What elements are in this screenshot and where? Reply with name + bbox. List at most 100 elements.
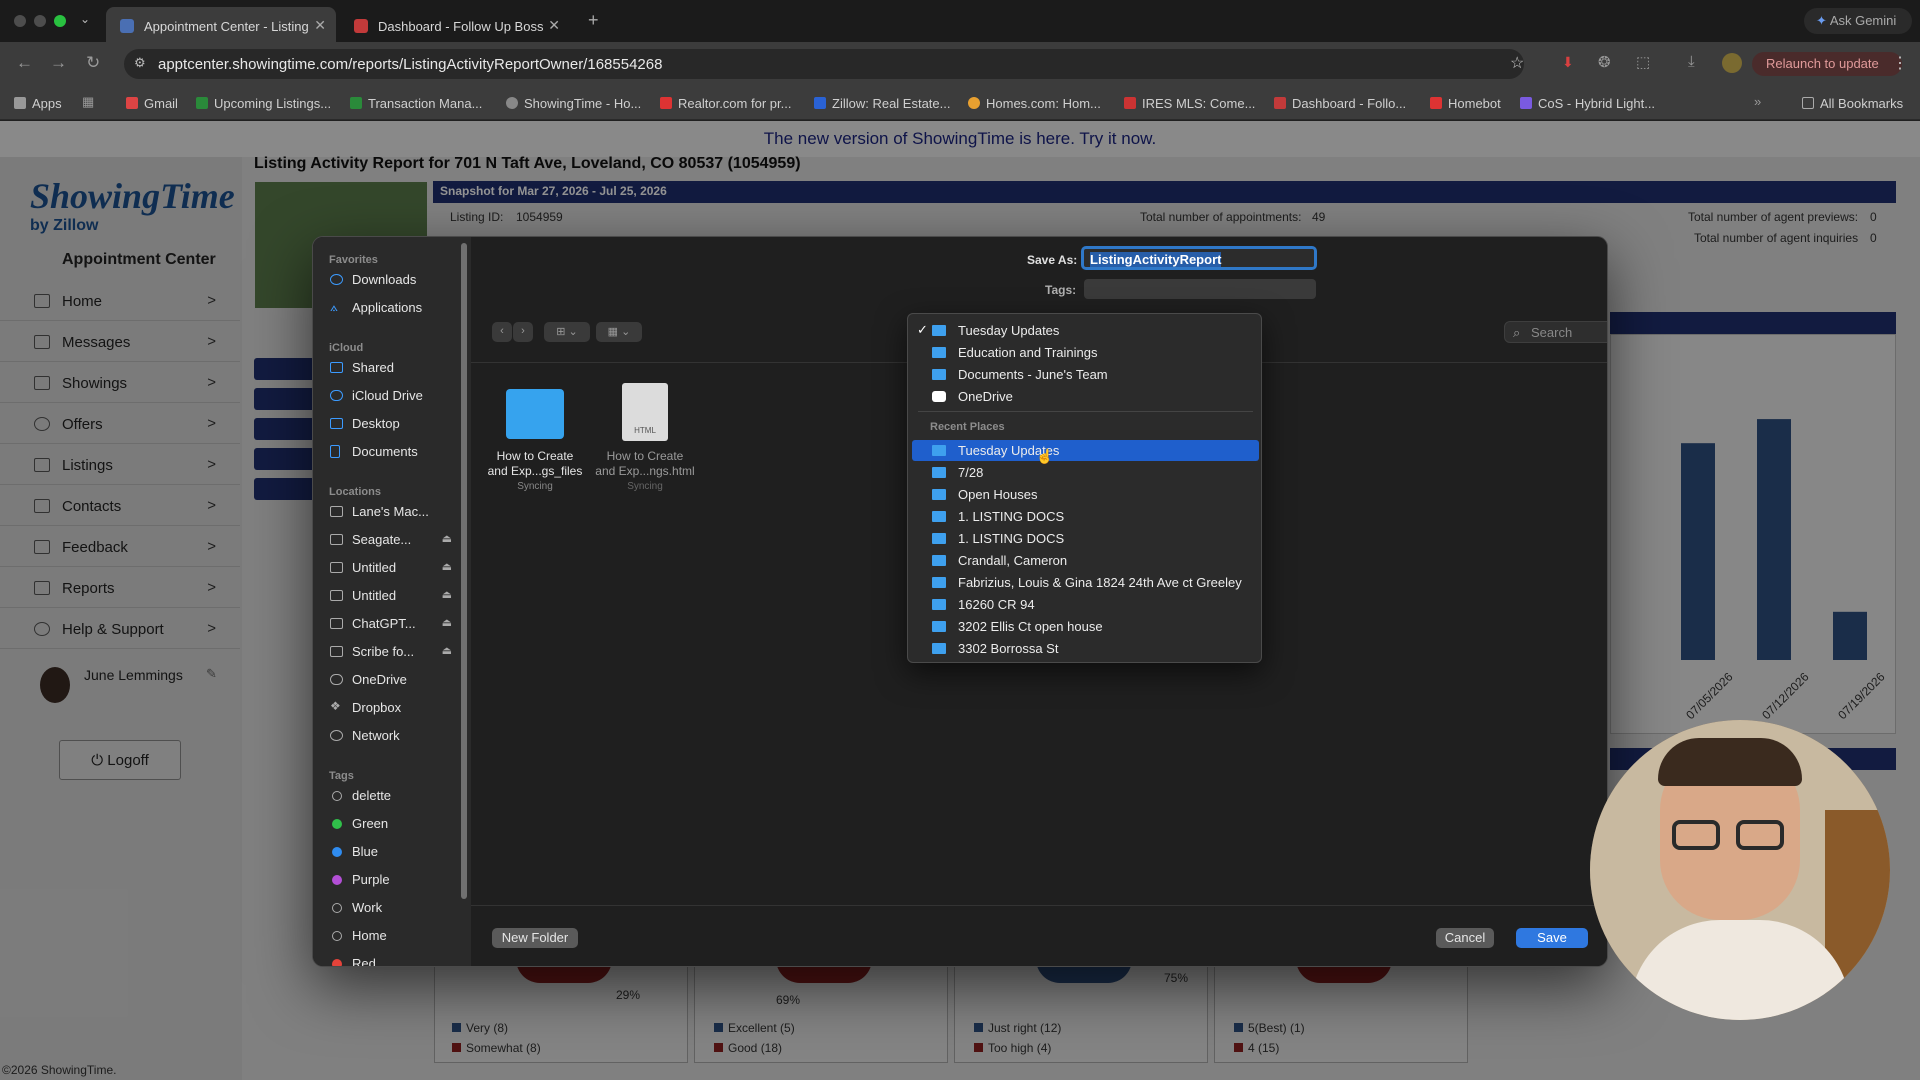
sidebar-item-scribe[interactable]: Scribe fo... ⏏ xyxy=(330,641,460,663)
search-input[interactable]: ⌕ Search xyxy=(1504,321,1607,343)
extension-download-icon[interactable]: ⬇ xyxy=(1562,54,1574,71)
menu-item-recent-7-28[interactable]: 7/28 xyxy=(912,462,1259,483)
menu-item-recent-16260-cr-94[interactable]: 16260 CR 94 xyxy=(912,594,1259,615)
sidebar-tag-red[interactable]: Red xyxy=(330,953,460,966)
menu-item-onedrive[interactable]: OneDrive xyxy=(912,386,1259,407)
relaunch-button[interactable]: Relaunch to update xyxy=(1752,52,1902,76)
sidebar-item-dropbox[interactable]: ❖ Dropbox xyxy=(330,697,460,719)
file-item[interactable]: HTML How to Create and Exp...ngs.html Sy… xyxy=(593,383,697,494)
cancel-button[interactable]: Cancel xyxy=(1436,928,1494,948)
apps-grid-icon xyxy=(14,97,26,109)
folder-icon xyxy=(932,489,946,500)
menu-item-recent-fabrizius[interactable]: Fabrizius, Louis & Gina 1824 24th Ave ct… xyxy=(912,572,1259,593)
menu-item-recent-listing-docs[interactable]: 1. LISTING DOCS xyxy=(912,506,1259,527)
menu-item-tuesday-updates[interactable]: ✓ Tuesday Updates xyxy=(912,320,1259,341)
bookmark-showingtime[interactable]: ShowingTime - Ho... xyxy=(506,96,641,111)
tags-input[interactable] xyxy=(1084,279,1316,299)
close-tab-icon[interactable]: ✕ xyxy=(548,17,560,34)
menu-item-documents-team[interactable]: Documents - June's Team xyxy=(912,364,1259,385)
minimize-window-icon[interactable] xyxy=(34,15,46,27)
realtor-icon xyxy=(660,97,672,109)
menu-item-recent-open-houses[interactable]: Open Houses xyxy=(912,484,1259,505)
close-window-icon[interactable] xyxy=(14,15,26,27)
bookmark-ires-mls[interactable]: IRES MLS: Come... xyxy=(1124,96,1255,111)
sidebar-item-icloud-drive[interactable]: iCloud Drive xyxy=(330,385,460,407)
sidebar-item-untitled-2[interactable]: Untitled ⏏ xyxy=(330,585,460,607)
tab-search-chevron-icon[interactable]: ⌄ xyxy=(80,12,90,26)
sidebar-item-desktop[interactable]: Desktop xyxy=(330,413,460,435)
bookmark-star-icon[interactable]: ☆ xyxy=(1510,53,1524,73)
sidebar-tag-delette[interactable]: delette xyxy=(330,785,460,807)
group-by-icon[interactable]: ▦ ⌄ xyxy=(596,322,642,342)
sidebar-item-downloads[interactable]: Downloads xyxy=(330,269,460,291)
view-mode-icon[interactable]: ⊞ ⌄ xyxy=(544,322,590,342)
url-text[interactable]: apptcenter.showingtime.com/reports/Listi… xyxy=(158,56,662,73)
ask-gemini-button[interactable]: ✦ Ask Gemini xyxy=(1804,8,1912,34)
tab-follow-up-boss[interactable]: Dashboard - Follow Up Boss ✕ xyxy=(340,7,570,42)
bookmark-zillow[interactable]: Zillow: Real Estate... xyxy=(814,96,951,111)
save-button[interactable]: Save xyxy=(1516,928,1588,948)
sidebar-tag-purple[interactable]: Purple xyxy=(330,869,460,891)
forward-nav-icon[interactable]: › xyxy=(513,322,533,342)
tab-appointment-center[interactable]: Appointment Center - Listing ✕ xyxy=(106,7,336,42)
sidebar-item-documents[interactable]: Documents xyxy=(330,441,460,463)
file-status: Syncing xyxy=(517,481,553,492)
more-bookmarks-icon[interactable]: » xyxy=(1754,94,1761,109)
eject-icon[interactable]: ⏏ xyxy=(442,644,452,657)
sidebar-tag-home[interactable]: Home xyxy=(330,925,460,947)
back-icon[interactable]: ← xyxy=(16,53,33,73)
save-as-input[interactable]: ListingActivityReport xyxy=(1081,246,1317,270)
sidebar-scrollbar[interactable] xyxy=(461,243,467,899)
sidebar-tag-work[interactable]: Work xyxy=(330,897,460,919)
eject-icon[interactable]: ⏏ xyxy=(442,588,452,601)
file-item[interactable]: How to Create and Exp...gs_files Syncing xyxy=(483,389,587,494)
eject-icon[interactable]: ⏏ xyxy=(442,616,452,629)
sidebar-item-onedrive[interactable]: OneDrive xyxy=(330,669,460,691)
new-tab-icon[interactable]: + xyxy=(588,10,599,31)
bookmark-apps[interactable]: Apps xyxy=(14,96,62,111)
profile-avatar[interactable] xyxy=(1722,53,1742,73)
bookmark-realtor[interactable]: Realtor.com for pr... xyxy=(660,96,791,111)
bottom-divider xyxy=(471,905,1607,906)
maximize-window-icon[interactable] xyxy=(54,15,66,27)
bookmark-upcoming-listings[interactable]: Upcoming Listings... xyxy=(196,96,331,111)
menu-item-education[interactable]: Education and Trainings xyxy=(912,342,1259,363)
sidebar-tag-blue[interactable]: Blue xyxy=(330,841,460,863)
gmail-icon xyxy=(126,97,138,109)
sidebar-tag-green[interactable]: Green xyxy=(330,813,460,835)
bookmark-cos-hybrid[interactable]: CoS - Hybrid Light... xyxy=(1520,96,1655,111)
menu-item-recent-crandall[interactable]: Crandall, Cameron xyxy=(912,550,1259,571)
bookmark-homebot[interactable]: Homebot xyxy=(1430,96,1501,111)
sidebar-item-untitled[interactable]: Untitled ⏏ xyxy=(330,557,460,579)
bookmark-homes[interactable]: Homes.com: Hom... xyxy=(968,96,1101,111)
tab-groups-icon[interactable]: ▦ xyxy=(82,94,94,110)
all-bookmarks[interactable]: All Bookmarks xyxy=(1802,96,1903,111)
menu-item-recent-tuesday-updates[interactable]: Tuesday Updates xyxy=(912,440,1259,461)
sidebar-item-shared[interactable]: Shared xyxy=(330,357,460,379)
reload-icon[interactable]: ↻ xyxy=(86,53,100,73)
bookmark-label: All Bookmarks xyxy=(1820,96,1904,111)
sidebar-item-chatgpt[interactable]: ChatGPT... ⏏ xyxy=(330,613,460,635)
sidebar-item-network[interactable]: Network xyxy=(330,725,460,747)
new-folder-button[interactable]: New Folder xyxy=(492,928,578,948)
menu-item-recent-borrossa[interactable]: 3302 Borrossa St xyxy=(912,638,1259,659)
sidebar-item-applications[interactable]: ⟑ Applications xyxy=(330,297,460,319)
forward-icon[interactable]: → xyxy=(50,53,67,73)
bookmark-dashboard-fub[interactable]: Dashboard - Follo... xyxy=(1274,96,1406,111)
eject-icon[interactable]: ⏏ xyxy=(442,560,452,573)
bookmark-gmail[interactable]: Gmail xyxy=(126,96,178,111)
menu-item-recent-listing-docs-2[interactable]: 1. LISTING DOCS xyxy=(912,528,1259,549)
sidebar-item-mac[interactable]: Lane's Mac... xyxy=(330,501,460,523)
bookmark-transaction-manager[interactable]: Transaction Mana... xyxy=(350,96,482,111)
menu-item-label: 7/28 xyxy=(958,465,984,480)
extension-openai-icon[interactable]: ❂ xyxy=(1598,53,1611,71)
extensions-icon[interactable]: ⬚ xyxy=(1636,53,1650,71)
browser-menu-icon[interactable]: ⋮ xyxy=(1892,53,1908,73)
menu-item-recent-ellis-ct[interactable]: 3202 Ellis Ct open house xyxy=(912,616,1259,637)
back-nav-icon[interactable]: ‹ xyxy=(492,322,512,342)
sidebar-item-seagate[interactable]: Seagate... ⏏ xyxy=(330,529,460,551)
downloads-icon[interactable]: ⤓ xyxy=(1688,53,1695,70)
eject-icon[interactable]: ⏏ xyxy=(442,532,452,545)
close-tab-icon[interactable]: ✕ xyxy=(314,17,326,34)
site-info-icon[interactable]: ⚙ xyxy=(134,55,146,71)
